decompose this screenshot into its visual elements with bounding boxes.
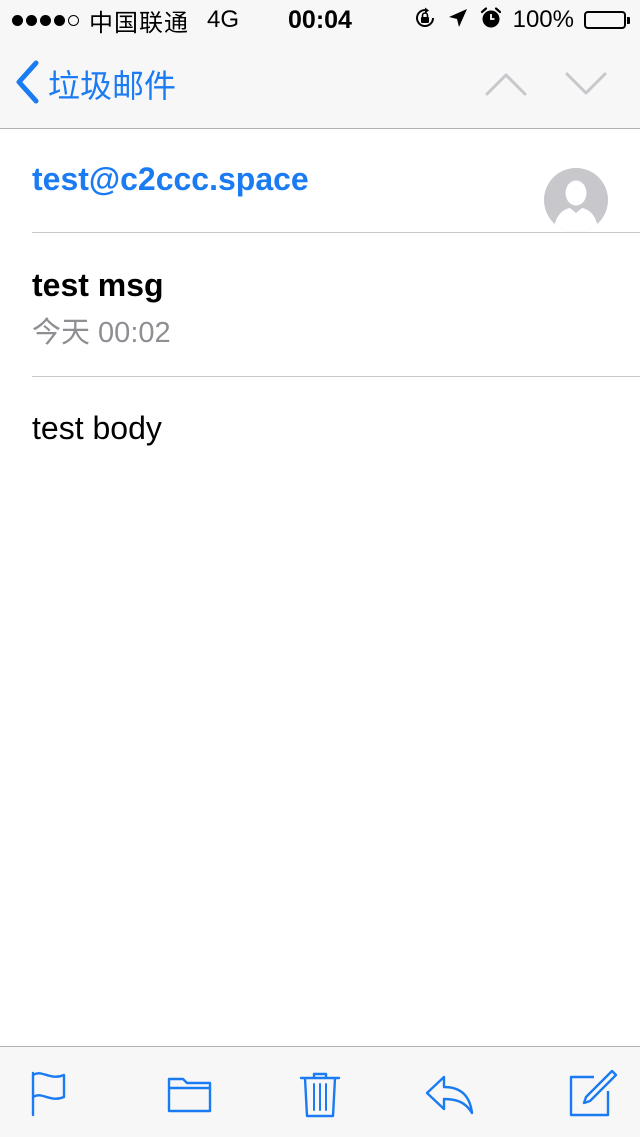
subject-block: test msg 今天 00:02: [32, 233, 640, 377]
back-button[interactable]: 垃圾邮件: [14, 60, 176, 108]
battery-percent: 100%: [512, 6, 574, 33]
sender-row: test@c2ccc.space: [32, 129, 640, 233]
orientation-lock-icon: [413, 6, 437, 35]
delete-button[interactable]: [298, 1069, 346, 1119]
message-subject: test msg: [32, 267, 164, 303]
next-message-button[interactable]: [564, 66, 608, 102]
chevron-up-icon: [484, 73, 528, 106]
reply-icon: [424, 1069, 474, 1119]
alarm-icon: [479, 6, 503, 35]
folder-icon: [166, 1069, 214, 1119]
avatar[interactable]: [544, 168, 608, 232]
move-to-folder-button[interactable]: [166, 1069, 214, 1119]
status-bar: 中国联通 4G 00:04 100%: [0, 0, 640, 40]
flag-button[interactable]: [28, 1069, 76, 1119]
trash-icon: [298, 1069, 346, 1119]
previous-message-button[interactable]: [484, 66, 528, 102]
message-date: 今天 00:02: [32, 317, 171, 349]
bottom-toolbar: [0, 1046, 640, 1137]
reply-button[interactable]: [424, 1069, 474, 1119]
flag-icon: [28, 1069, 76, 1119]
battery-icon: [584, 11, 630, 29]
chevron-left-icon: [14, 60, 40, 109]
sender-address[interactable]: test@c2ccc.space: [32, 161, 309, 198]
status-right: 100%: [413, 6, 630, 34]
compose-icon: [568, 1069, 618, 1119]
chevron-down-icon: [564, 72, 608, 106]
compose-button[interactable]: [568, 1069, 618, 1119]
nav-bar: 垃圾邮件: [0, 40, 640, 129]
message-body: test body: [32, 410, 162, 446]
location-arrow-icon: [447, 7, 469, 34]
back-label: 垃圾邮件: [48, 68, 177, 104]
person-icon: [544, 180, 608, 232]
